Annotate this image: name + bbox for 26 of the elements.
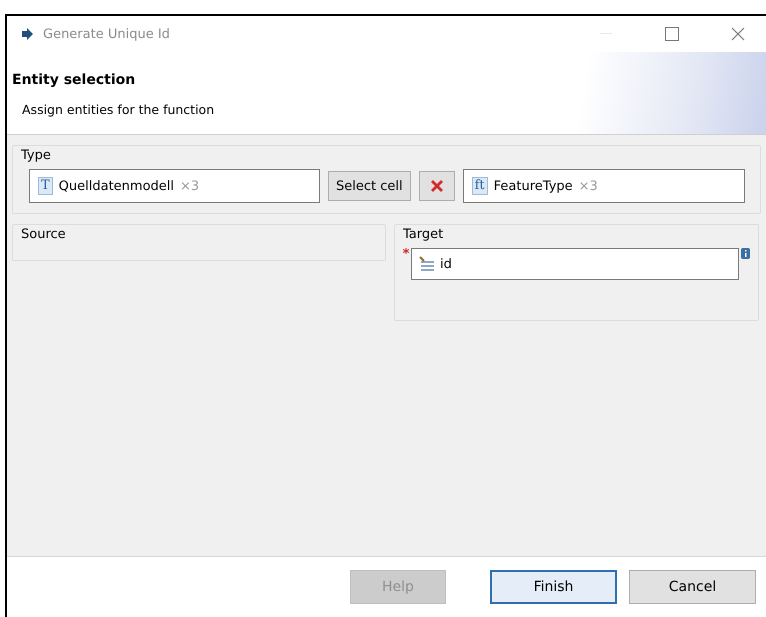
dialog-button[interactable]: Cancel bbox=[629, 570, 756, 604]
page-title: Entity selection bbox=[11, 71, 136, 88]
field-value: id bbox=[440, 256, 452, 272]
group-label: Target bbox=[403, 227, 444, 242]
source-entity-field[interactable]: T Quelldatenmodell ×3 bbox=[29, 169, 320, 203]
entity-name: Quelldatenmodell bbox=[58, 178, 174, 194]
group-label: Source bbox=[21, 227, 66, 242]
entity-name: FeatureType bbox=[494, 178, 573, 194]
page-description: Assign entities for the function bbox=[21, 101, 216, 117]
close-icon[interactable] bbox=[731, 27, 745, 41]
delete-icon bbox=[428, 178, 445, 194]
property-field[interactable]: id bbox=[411, 248, 739, 280]
window-title: Generate Unique Id bbox=[43, 26, 171, 42]
select-cell-button[interactable]: Select cell bbox=[328, 171, 411, 201]
maximize-icon[interactable] bbox=[665, 27, 679, 41]
target-entity-field[interactable]: ft FeatureType ×3 bbox=[462, 169, 745, 203]
remove-button[interactable] bbox=[418, 171, 455, 201]
app-icon bbox=[21, 28, 33, 40]
type-icon: ft bbox=[472, 177, 488, 195]
group-label: Type bbox=[21, 148, 51, 163]
entity-count: ×3 bbox=[180, 178, 200, 194]
dialog-button[interactable]: Finish bbox=[490, 570, 617, 604]
list-icon bbox=[418, 256, 436, 272]
entity-count: ×3 bbox=[578, 178, 598, 194]
type-icon: T bbox=[38, 177, 53, 195]
info-icon[interactable] bbox=[741, 248, 750, 259]
